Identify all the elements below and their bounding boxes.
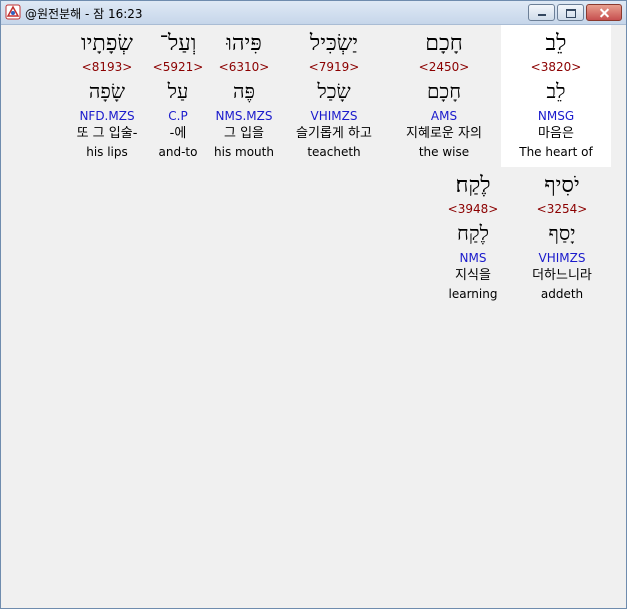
app-window: @원전분해 - 잠 16:23 לֵב <3820> לֵב NMSG 마음은 … <box>0 0 627 609</box>
strong-number[interactable]: <3820> <box>501 60 611 74</box>
hebrew-word: יֹסִיף <box>544 173 580 198</box>
korean-gloss: 지혜로운 자의 <box>406 126 482 141</box>
hebrew-word: שְׂפָתָיו <box>81 31 133 56</box>
hebrew-word: לֶקַח׃ <box>455 173 491 198</box>
english-gloss: learning <box>448 287 498 301</box>
word-column[interactable]: יַשְׂכִּיל <7919> שָׂכַל VHIMZS 슬기롭게 하고 … <box>281 25 387 167</box>
word-column[interactable]: פִּיהוּ <6310> פֶּה NMS.MZS 그 입을 his mou… <box>207 25 281 167</box>
title-bar[interactable]: @원전분해 - 잠 16:23 <box>1 1 626 25</box>
interlinear-panel: לֵב <3820> לֵב NMSG 마음은 The heart of חָכ… <box>5 25 622 604</box>
lemma: לֶקַח <box>457 221 489 245</box>
korean-gloss: 또 그 입술- <box>76 126 138 141</box>
morphology-code: AMS <box>430 109 458 123</box>
strong-number[interactable]: <3948> <box>433 202 513 216</box>
lemma: פֶּה <box>233 79 255 103</box>
maximize-button[interactable] <box>557 4 584 21</box>
english-gloss: his mouth <box>214 145 274 159</box>
word-column[interactable]: לֶקַח׃ <3948> לֶקַח NMS 지식을 learning <box>433 167 513 309</box>
morphology-code: NMS <box>459 251 487 265</box>
lemma: יָסַף <box>548 221 576 245</box>
english-gloss: teacheth <box>307 145 361 159</box>
word-column[interactable]: שְׂפָתָיו <8193> שָׂפָה NFD.MZS 또 그 입술- … <box>65 25 149 167</box>
morphology-code: NFD.MZS <box>79 109 135 123</box>
korean-gloss: 지식을 <box>455 268 491 283</box>
hebrew-word: לֵב <box>545 31 567 56</box>
english-gloss: the wise <box>418 145 470 159</box>
korean-gloss: 그 입을 <box>223 126 264 141</box>
word-column[interactable]: לֵב <3820> לֵב NMSG 마음은 The heart of <box>501 25 611 167</box>
morphology-code: NMS.MZS <box>215 109 273 123</box>
lemma: עַל <box>167 79 189 103</box>
morphology-code: VHIMZS <box>538 251 586 265</box>
english-gloss: his lips <box>86 145 128 159</box>
hebrew-word: פִּיהוּ <box>226 31 262 56</box>
word-column[interactable]: וְעַל־ <5921> עַל C.P -에 and-to <box>149 25 207 167</box>
hebrew-word: יַשְׂכִּיל <box>309 31 359 56</box>
strong-number[interactable]: <7919> <box>281 60 387 74</box>
app-logo-icon <box>5 4 21 20</box>
english-gloss: addeth <box>540 287 584 301</box>
korean-gloss: 더하느니라 <box>532 268 592 283</box>
lemma: לֵב <box>546 79 566 103</box>
lemma: שָׂפָה <box>88 79 126 103</box>
strong-number[interactable]: <2450> <box>387 60 501 74</box>
english-gloss: The heart of <box>519 145 593 159</box>
morphology-code: VHIMZS <box>310 109 358 123</box>
strong-number[interactable]: <8193> <box>65 60 149 74</box>
minimize-button[interactable] <box>528 4 555 21</box>
korean-gloss: 슬기롭게 하고 <box>296 126 372 141</box>
strong-number[interactable]: <3254> <box>513 202 611 216</box>
morphology-code: NMSG <box>537 109 575 123</box>
strong-number[interactable]: <5921> <box>149 60 207 74</box>
lemma: חָכָם <box>426 79 462 103</box>
lemma: שָׂכַל <box>317 79 351 103</box>
strong-number[interactable]: <6310> <box>207 60 281 74</box>
morphology-code: C.P <box>168 109 188 123</box>
korean-gloss: 마음은 <box>538 126 574 141</box>
close-button[interactable] <box>586 4 622 21</box>
english-gloss: and-to <box>158 145 198 159</box>
korean-gloss: -에 <box>169 126 187 141</box>
hebrew-word: חָכָם <box>425 31 463 56</box>
hebrew-word: וְעַל־ <box>159 31 197 56</box>
word-column[interactable]: חָכָם <2450> חָכָם AMS 지혜로운 자의 the wise <box>387 25 501 167</box>
window-title: @원전분해 - 잠 16:23 <box>25 7 143 21</box>
word-column[interactable]: יֹסִיף <3254> יָסַף VHIMZS 더하느니라 addeth <box>513 167 611 309</box>
